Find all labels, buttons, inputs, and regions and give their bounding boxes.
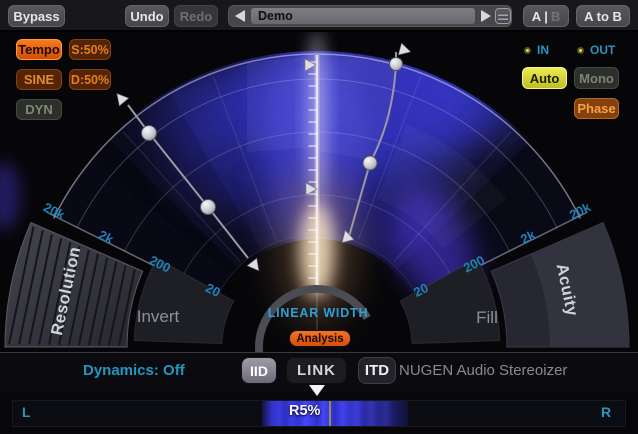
width-meter-fill [262,401,408,426]
meter-left-label: L [22,404,31,420]
left-curve-inner-arrow[interactable] [247,258,263,274]
ab-toggle-b-label: B [551,9,560,24]
right-curve-handle-inner[interactable] [363,156,377,170]
ab-toggle-a-label: A | [532,9,548,24]
left-curve-outer-arrow[interactable] [112,90,128,106]
left-curve-handle-inner[interactable] [201,200,216,215]
preset-selector[interactable]: Demo [228,5,512,27]
iid-button[interactable]: IID [241,357,277,384]
itd-button[interactable]: ITD [358,357,396,384]
width-meter-center-tick [329,401,331,426]
analysis-button[interactable]: Analysis [289,330,351,347]
link-button[interactable]: LINK [286,357,347,384]
right-curve-outer-arrow[interactable] [398,43,412,57]
linear-width-label: LINEAR WIDTH [268,306,369,320]
a-to-b-button[interactable]: A to B [576,5,630,27]
left-curve-handle-outer[interactable] [142,126,157,141]
undo-button[interactable]: Undo [125,5,169,27]
invert-button[interactable]: Invert [137,307,180,326]
redo-button[interactable]: Redo [174,5,218,27]
fill-button[interactable]: Fill [476,308,498,327]
preset-menu-icon[interactable] [495,8,511,24]
top-bar: Bypass Undo Redo Demo A | B A to B [0,0,638,32]
preset-name-field[interactable]: Demo [251,8,475,24]
brand-label: NUGEN Audio Stereoizer [399,362,567,379]
right-curve-handle-outer[interactable] [390,58,403,71]
stereo-fan-display: 20k 2k 200 20 20k 2k 200 20 Resolution A… [0,32,638,352]
ab-toggle-button[interactable]: A | B [523,5,569,27]
width-meter-bar: L R R5% [0,392,638,434]
preset-prev-icon[interactable] [235,10,245,22]
width-value-readout: R5% [289,403,320,419]
stereoizer-window: Bypass Undo Redo Demo A | B A to B Tempo… [0,0,638,434]
width-meter-marker-icon[interactable] [309,385,325,396]
meter-right-label: R [601,404,611,420]
dynamics-status[interactable]: Dynamics: Off [83,362,185,379]
preset-next-icon[interactable] [481,10,491,22]
bypass-button[interactable]: Bypass [8,5,65,27]
